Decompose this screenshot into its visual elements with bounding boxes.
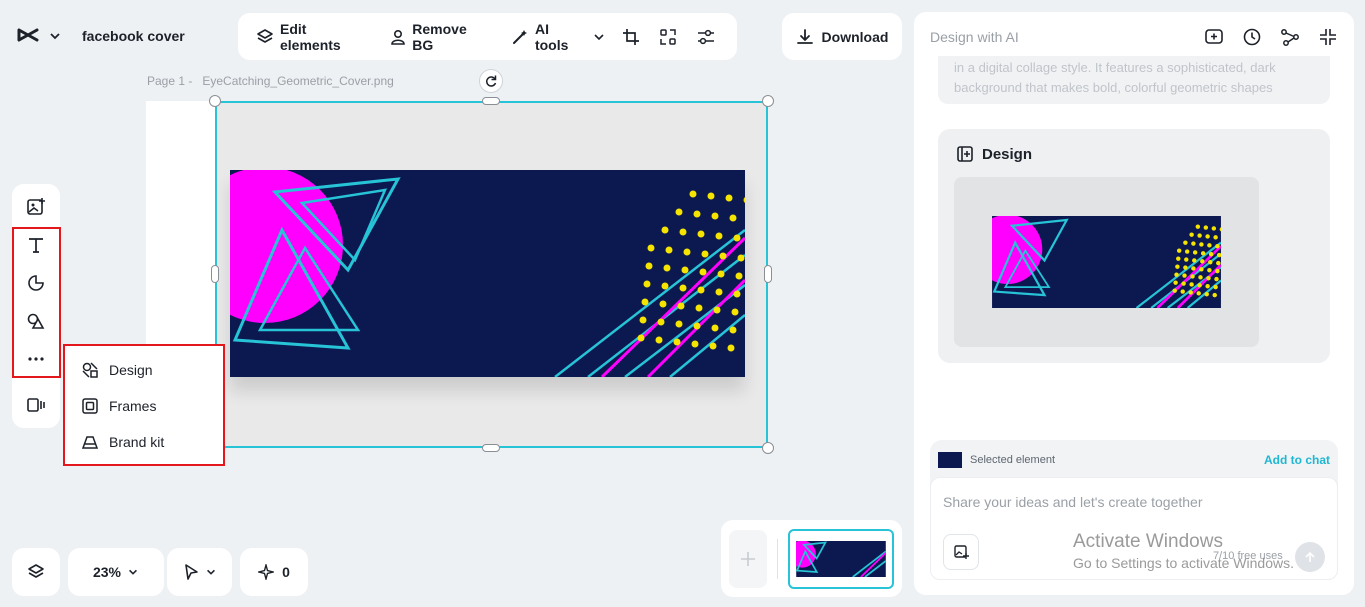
watermark-line-2: Go to Settings to activate Windows. xyxy=(1073,555,1294,571)
zoom-control[interactable]: 23% xyxy=(68,548,164,596)
resize-handle-bottom[interactable] xyxy=(482,444,500,452)
plus-icon xyxy=(739,550,757,568)
panel-header: Design with AI xyxy=(914,12,1354,62)
capcut-logo-icon[interactable] xyxy=(12,20,44,52)
chevron-down-icon[interactable] xyxy=(48,29,66,43)
chevron-down-icon xyxy=(592,30,606,44)
design-heading-label: Design xyxy=(982,145,1033,163)
resize-handle-top-left[interactable] xyxy=(209,95,221,107)
cursor-icon xyxy=(183,563,199,581)
selection-frame[interactable] xyxy=(215,101,768,448)
watermark-line-1: Activate Windows xyxy=(1073,531,1223,552)
menu-item-label: Design xyxy=(109,362,153,378)
previous-message: in a digital collage style. It features … xyxy=(938,56,1330,104)
menu-item-frames[interactable]: Frames xyxy=(65,388,223,424)
design-heading: Design xyxy=(956,145,1032,163)
project-title[interactable]: facebook cover xyxy=(82,28,185,44)
person-icon xyxy=(390,28,406,46)
rotate-icon[interactable] xyxy=(479,69,503,93)
ai-tools-button[interactable]: AI tools xyxy=(505,20,612,54)
ai-credits-count: 0 xyxy=(282,564,290,580)
selected-element-thumbnail xyxy=(938,452,962,468)
zoom-level: 23% xyxy=(92,564,122,580)
history-icon[interactable] xyxy=(1242,27,1262,47)
resize-handle-left[interactable] xyxy=(211,265,219,283)
page-background xyxy=(146,101,215,377)
image-upload-icon xyxy=(953,544,969,560)
new-chat-icon[interactable] xyxy=(1204,27,1224,47)
panel-title: Design with AI xyxy=(930,29,1019,45)
collapse-icon[interactable] xyxy=(1318,27,1338,47)
resize-handle-bottom-right[interactable] xyxy=(762,442,774,454)
sparkle-icon xyxy=(258,564,275,580)
windows-activation-watermark: Activate Windows Go to Settings to activ… xyxy=(1073,531,1294,571)
ai-credits-button[interactable]: 0 xyxy=(240,548,308,596)
layers-icon xyxy=(256,28,274,46)
brand-kit-icon xyxy=(81,433,99,451)
add-image-icon[interactable] xyxy=(12,188,60,226)
frame-icon xyxy=(81,397,99,415)
chevron-down-icon xyxy=(205,566,217,578)
ai-tools-label: AI tools xyxy=(534,20,569,53)
share-icon[interactable] xyxy=(1280,27,1300,47)
download-icon xyxy=(796,28,814,46)
page-thumbnail[interactable] xyxy=(788,528,894,589)
menu-item-label: Frames xyxy=(109,398,157,414)
send-button[interactable] xyxy=(1295,542,1325,572)
resize-handle-right[interactable] xyxy=(764,265,772,283)
add-page-button[interactable] xyxy=(729,529,768,588)
design-result-card: Design xyxy=(938,129,1330,363)
selected-element-row: Selected element Add to chat xyxy=(938,446,1330,474)
pages-strip xyxy=(721,520,902,597)
adjust-sliders-icon[interactable] xyxy=(687,20,725,54)
remove-bg-label: Remove BG xyxy=(412,20,467,53)
selected-element-label: Selected element xyxy=(970,454,1055,466)
highlight-box xyxy=(12,227,61,378)
pointer-tool-button[interactable] xyxy=(167,548,232,596)
edit-elements-button[interactable]: Edit elements xyxy=(250,20,376,54)
top-toolbar: Edit elements Remove BG AI tools xyxy=(238,13,737,60)
menu-item-brand-kit[interactable]: Brand kit xyxy=(65,424,223,460)
more-menu: Design Frames Brand kit xyxy=(63,344,225,466)
edit-elements-label: Edit elements xyxy=(280,20,341,53)
scan-qr-icon[interactable] xyxy=(649,20,687,54)
magic-wand-icon xyxy=(511,28,529,46)
divider xyxy=(777,538,778,579)
menu-item-design[interactable]: Design xyxy=(65,352,223,388)
video-icon[interactable] xyxy=(12,386,60,424)
page-label: Page 1 - EyeCatching_Geometric_Cover.png xyxy=(147,74,394,88)
design-icon xyxy=(81,361,99,379)
layers-button[interactable] xyxy=(12,548,60,596)
layers-icon xyxy=(27,563,45,581)
chat-input[interactable]: Share your ideas and let's create togeth… xyxy=(943,494,1203,510)
upload-image-button[interactable] xyxy=(943,534,979,570)
design-preview[interactable] xyxy=(954,177,1259,347)
design-add-icon xyxy=(956,145,974,163)
crop-icon[interactable] xyxy=(612,20,650,54)
ai-design-panel: Design with AI in a digital collage styl… xyxy=(914,12,1354,595)
chevron-down-icon xyxy=(127,566,139,578)
arrow-up-icon xyxy=(1304,551,1316,563)
menu-item-label: Brand kit xyxy=(109,434,165,450)
add-to-chat-link[interactable]: Add to chat xyxy=(1264,453,1330,467)
remove-bg-button[interactable]: Remove BG xyxy=(384,20,497,54)
resize-handle-top-right[interactable] xyxy=(762,95,774,107)
download-label: Download xyxy=(821,28,889,45)
download-button[interactable]: Download xyxy=(782,13,902,60)
brand-area: facebook cover xyxy=(12,14,185,58)
resize-handle-top[interactable] xyxy=(482,97,500,105)
